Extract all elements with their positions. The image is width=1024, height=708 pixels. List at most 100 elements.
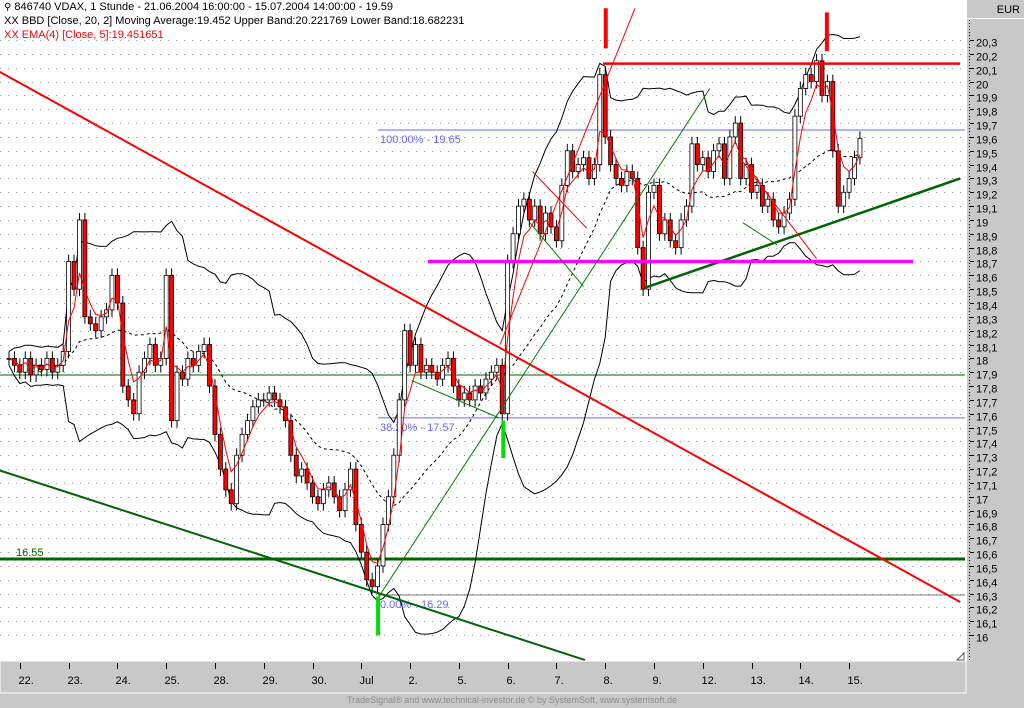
ema-legend-text: EMA(4) [Close, 5]:19.451651 <box>21 29 164 41</box>
y-tick-label: 19,3 <box>976 176 997 188</box>
candle <box>418 344 424 373</box>
candle <box>315 496 321 505</box>
candle <box>727 136 733 179</box>
candle <box>597 74 603 165</box>
candle <box>613 164 619 179</box>
candle <box>602 74 608 138</box>
candle <box>738 122 744 179</box>
candle <box>754 184 760 193</box>
y-tick-label: 19,6 <box>976 135 997 147</box>
candle <box>375 565 380 588</box>
candle <box>521 198 527 207</box>
candle <box>407 330 413 366</box>
candle <box>700 157 706 165</box>
candle <box>586 157 592 179</box>
y-tick-label: 19,8 <box>976 107 997 119</box>
y-tick-label: 20,2 <box>976 52 997 64</box>
candle <box>575 164 581 172</box>
y-tick-label: 17,8 <box>976 384 997 396</box>
candle <box>320 489 326 505</box>
candle <box>131 399 137 415</box>
y-tick-label: 18,4 <box>976 301 997 313</box>
candle <box>803 74 809 89</box>
candle <box>640 247 646 290</box>
y-tick-label: 18,2 <box>976 329 997 341</box>
y-tick-label: 18,7 <box>976 259 997 271</box>
candle <box>819 60 825 96</box>
candle <box>93 323 99 332</box>
candle <box>581 157 586 165</box>
y-tick-label: 19,1 <box>976 204 997 216</box>
x-tick-label: 25. <box>165 675 180 687</box>
candle <box>82 219 88 318</box>
y-tick-label: 20,3 <box>976 38 997 50</box>
candle <box>662 219 668 235</box>
candle <box>174 371 180 422</box>
candle <box>22 357 28 373</box>
fib-label: 38.20% - 17.57 <box>380 422 455 434</box>
y-tick-label: 18,1 <box>976 343 997 355</box>
y-tick-label: 18,6 <box>976 273 997 285</box>
candle <box>364 551 370 581</box>
x-tick-label: 30. <box>312 675 327 687</box>
candle <box>250 406 256 422</box>
candle <box>488 371 494 380</box>
candle <box>781 212 787 228</box>
candle <box>694 143 700 165</box>
y-tick-label: 18 <box>976 356 988 368</box>
x-tick-label: 7. <box>555 675 564 687</box>
candle <box>516 205 521 235</box>
y-tick-label: 16,7 <box>976 536 997 548</box>
candle <box>293 454 299 477</box>
candle <box>461 392 467 401</box>
candle <box>207 344 212 387</box>
candle <box>852 157 857 179</box>
level-label: 16.55 <box>16 547 44 559</box>
y-tick-label: 20 <box>976 80 988 92</box>
candle <box>532 205 538 221</box>
candle <box>125 385 131 401</box>
y-tick-label: 19,5 <box>976 149 997 161</box>
candle <box>526 198 532 221</box>
candle <box>217 434 223 470</box>
candle <box>716 143 722 152</box>
y-tick-label: 18,5 <box>976 287 997 299</box>
y-tick-label: 16,3 <box>976 592 997 604</box>
y-tick-label: 17,1 <box>976 481 997 493</box>
candle <box>272 392 277 401</box>
y-tick-label: 19,7 <box>976 121 997 133</box>
remove-indicator-icon[interactable]: XX <box>4 29 19 41</box>
y-tick-label: 16,5 <box>976 564 997 576</box>
y-tick-label: 19 <box>976 218 988 230</box>
candle <box>201 344 207 352</box>
candle <box>651 184 657 193</box>
candle <box>423 364 429 373</box>
y-tick-label: 19,9 <box>976 93 997 105</box>
y-tick-label: 16,1 <box>976 619 997 631</box>
candle <box>841 191 847 207</box>
currency-label: EUR <box>997 4 1020 16</box>
price-chart[interactable]: 16.5517.88 100.00% - 19.6538.20% - 17.57… <box>0 0 1024 708</box>
y-tick-label: 18,3 <box>976 315 997 327</box>
remove-indicator-icon[interactable]: XX <box>4 15 19 27</box>
candle <box>857 137 863 159</box>
y-tick-label: 17,4 <box>976 439 997 451</box>
candle <box>472 385 478 401</box>
candle <box>71 261 77 290</box>
ema-legend[interactable]: XX EMA(4) [Close, 5]:19.451651 <box>4 29 164 42</box>
candle <box>467 392 473 401</box>
candle <box>255 399 261 408</box>
y-tick-label: 19,2 <box>976 190 997 202</box>
x-tick-label: 13. <box>751 675 766 687</box>
y-tick-label: 17,7 <box>976 398 997 410</box>
candle <box>304 468 310 484</box>
fib-label: 100.00% - 19.65 <box>380 134 461 146</box>
bollinger-legend[interactable]: XX BBD [Close, 20, 2] Moving Average:19.… <box>4 15 464 28</box>
candle <box>115 274 120 304</box>
x-tick-label: 28. <box>214 675 229 687</box>
candle <box>792 115 798 200</box>
candle <box>673 240 679 249</box>
candle <box>163 274 169 359</box>
x-tick-label: 22. <box>19 675 34 687</box>
y-tick-label: 16,2 <box>976 605 997 617</box>
